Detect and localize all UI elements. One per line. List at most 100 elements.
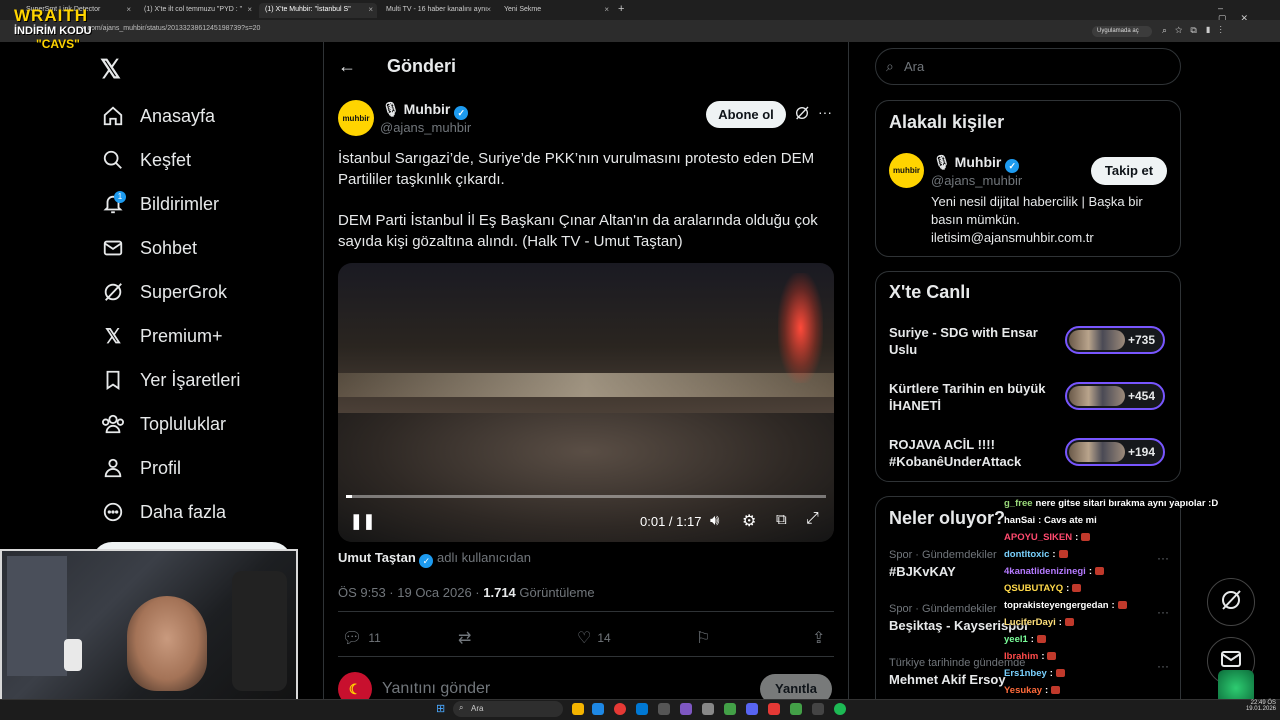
more-options-icon[interactable]: ··· <box>818 104 832 120</box>
reply-button[interactable]: 💬︎ 11 <box>342 628 381 648</box>
app-icon[interactable] <box>768 703 780 715</box>
like-count: 14 <box>597 631 611 645</box>
promo-code: "CAVS" <box>36 37 80 51</box>
live-item[interactable]: ROJAVA ACİL !!!! #KobanêUnderAttack +194 <box>889 436 1179 472</box>
chat-username: hanSai <box>1004 515 1036 526</box>
pause-icon[interactable]: ❚❚ <box>350 512 375 530</box>
listener-avatars <box>1069 330 1125 350</box>
bookmark-icon <box>100 367 126 393</box>
close-icon[interactable]: × <box>126 5 131 14</box>
emote-icon <box>1081 533 1091 541</box>
app-icon[interactable] <box>592 703 604 715</box>
sidebar-item-more[interactable]: Daha fazla <box>100 497 226 527</box>
chat-text: : <box>1041 651 1045 662</box>
sidebar-item-supergrok[interactable]: SuperGrok <box>100 277 227 307</box>
live-listeners-pill[interactable]: +454 <box>1065 382 1165 410</box>
sidebar-item-home[interactable]: Anasayfa <box>100 101 215 131</box>
author-handle[interactable]: @ajans_muhbir <box>380 120 471 135</box>
sidebar-item-bookmarks[interactable]: Yer İşaretleri <box>100 365 240 395</box>
video-player[interactable]: ❚❚ 0:01 / 1:17 🔊︎ ⚙ ⧉ ⤢ <box>338 263 834 542</box>
live-item[interactable]: Kürtlere Tarihin en büyük İHANETİ +454 <box>889 380 1179 416</box>
chat-message: LuciferDayi: <box>1004 617 1244 634</box>
volume-icon[interactable]: 🔊︎ <box>710 512 719 529</box>
listener-count: +194 <box>1127 445 1155 459</box>
emote-icon <box>1036 635 1046 643</box>
post-meta: ÖS 9:53 · 19 Oca 2026 · 1.714 Görüntülem… <box>338 585 595 600</box>
spotify-icon[interactable] <box>834 703 846 715</box>
chat-text: : <box>1111 600 1115 611</box>
chat-username: 4kanatlidenizinegi <box>1004 566 1086 577</box>
sidebar-item-profile[interactable]: Profil <box>100 453 181 483</box>
store-icon[interactable] <box>636 703 648 715</box>
sidebar-item-label: Anasayfa <box>140 105 216 126</box>
sidebar-item-communities[interactable]: Topluluklar <box>100 409 226 439</box>
picture-in-picture-icon[interactable]: ⧉ <box>776 511 787 528</box>
live-listeners-pill[interactable]: +194 <box>1065 438 1165 466</box>
close-icon[interactable]: × <box>604 5 609 14</box>
browser-tab[interactable]: (1) X'te ilt col temmuzu "PYD : " × <box>138 3 256 18</box>
communities-icon <box>100 411 126 437</box>
video-lights <box>338 373 834 397</box>
sidebar-item-chat[interactable]: Sohbet <box>100 233 197 263</box>
browser-tab[interactable]: Yeni Sekme × <box>498 3 613 18</box>
chat-message: APOYU_SIKEN: <box>1004 532 1244 549</box>
browser-tab[interactable]: Multi TV - 16 haber kanalını aynı × <box>380 3 495 18</box>
related-handle[interactable]: @ajans_muhbir <box>931 173 1022 188</box>
post-text-paragraph: DEM Parti İstanbul İl Eş Başkanı Çınar A… <box>338 212 818 250</box>
author-name-row[interactable]: 🎙 Muhbir ✓ <box>382 101 469 120</box>
related-name-row[interactable]: 🎙 Muhbir ✓ <box>933 154 1020 173</box>
x-logo-icon[interactable]: 𝕏 <box>100 54 121 85</box>
fullscreen-icon[interactable]: ⤢ <box>806 510 819 528</box>
search-icon: ⌕ <box>886 58 894 74</box>
windows-start-icon[interactable]: ⊞ <box>436 702 445 715</box>
video-credit[interactable]: Umut Taştan ✓ adlı kullanıcıdan <box>338 550 531 568</box>
follow-button[interactable]: Takip et <box>1091 157 1167 185</box>
browser-toolbar-icons[interactable]: ⌕☆⧉▮⋮ <box>1162 25 1230 36</box>
emote-icon <box>1117 601 1127 609</box>
discord-icon[interactable] <box>746 703 758 715</box>
chat-text: : Cavs ate mi <box>1038 515 1097 526</box>
search-icon: ⌕ <box>459 703 464 712</box>
file-explorer-icon[interactable] <box>572 703 584 715</box>
close-icon[interactable]: × <box>368 5 373 14</box>
app-icon[interactable] <box>790 703 802 715</box>
settings-gear-icon[interactable]: ⚙ <box>742 511 756 531</box>
avatar[interactable]: muhbir <box>338 100 374 136</box>
reply-input[interactable]: Yanıtını gönder <box>382 680 490 698</box>
url-text[interactable]: x.com/ajans_muhbir/status/20133238612451… <box>82 25 260 32</box>
grok-icon[interactable] <box>794 105 810 126</box>
taskbar-search[interactable]: ⌕ Ara <box>453 701 563 717</box>
close-icon[interactable]: × <box>247 5 252 14</box>
sidebar-item-explore[interactable]: Keşfet <box>100 145 191 175</box>
close-icon[interactable]: × <box>486 5 491 14</box>
app-icon[interactable] <box>680 703 692 715</box>
open-in-app-button[interactable]: Uygulamada aç <box>1092 26 1152 37</box>
share-button[interactable]: ⇪ <box>812 628 831 648</box>
notification-badge: 1 <box>114 191 126 203</box>
sidebar-item-notifications[interactable]: 1 Bildirimler <box>100 189 219 219</box>
live-item[interactable]: Suriye - SDG with Ensar Uslu +735 <box>889 324 1179 360</box>
divider <box>338 656 834 657</box>
obs-icon[interactable] <box>812 703 824 715</box>
search-box[interactable]: ⌕ Ara <box>875 48 1181 85</box>
app-icon[interactable] <box>702 703 714 715</box>
app-icon[interactable] <box>724 703 736 715</box>
related-name: Muhbir <box>954 154 1002 170</box>
back-arrow-icon[interactable]: ← <box>338 56 356 77</box>
clock[interactable]: 22:49 ÖS 19.01.2026 <box>1230 700 1276 712</box>
browser-tab-active[interactable]: (1) X'te Muhbir: "İstanbul S" × <box>259 3 377 18</box>
subscribe-button[interactable]: Abone ol <box>706 101 786 128</box>
chrome-icon[interactable] <box>614 703 626 715</box>
new-tab-icon[interactable]: + <box>618 3 624 15</box>
webcam-chair <box>232 571 287 691</box>
bookmark-button[interactable]: ⚐ <box>696 628 716 648</box>
avatar[interactable]: muhbir <box>889 153 924 188</box>
app-icon[interactable] <box>658 703 670 715</box>
sidebar-item-premium[interactable]: 𝕏 Premium+ <box>100 321 223 351</box>
search-input[interactable]: Ara <box>904 59 924 74</box>
listener-count: +735 <box>1127 333 1155 347</box>
repost-button[interactable]: ⇄ <box>458 628 477 648</box>
like-button[interactable]: ♡ 14 <box>577 628 611 648</box>
live-listeners-pill[interactable]: +735 <box>1065 326 1165 354</box>
video-progress-track[interactable] <box>346 495 826 498</box>
